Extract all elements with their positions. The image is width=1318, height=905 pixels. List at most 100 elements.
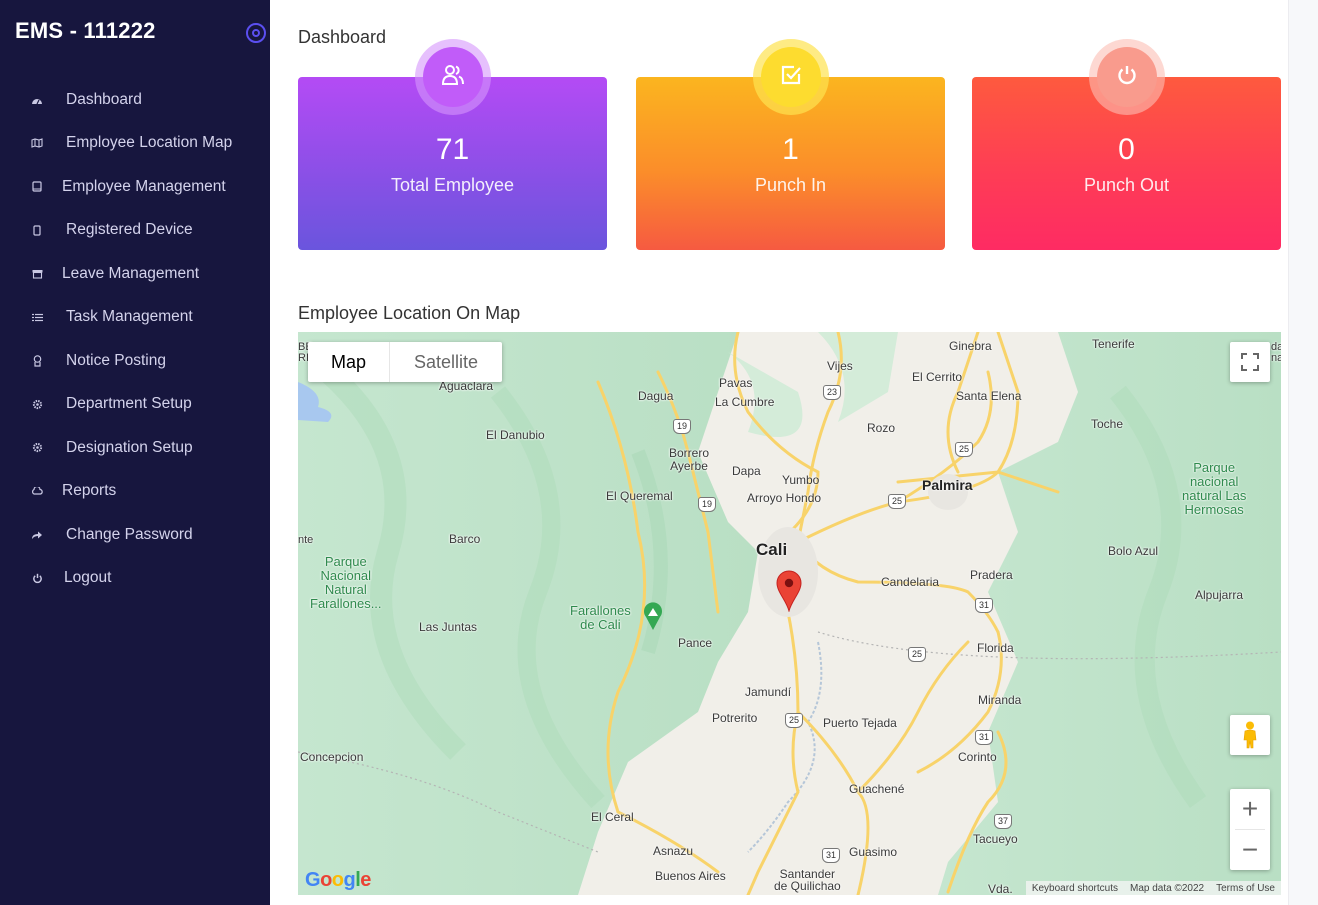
- map-label: Arroyo Hondo: [747, 491, 822, 505]
- map-label: Parque nacional natural Las Hermosas: [1182, 460, 1247, 517]
- map-label: da na: [1271, 341, 1281, 364]
- map-label: El Queremal: [606, 489, 673, 503]
- sidebar-item-label: Reports: [62, 482, 117, 500]
- map-label: Yumbo: [782, 473, 820, 487]
- route-shield: 37: [994, 814, 1012, 829]
- map-label: Candelaria: [881, 575, 940, 589]
- map-label: Corinto: [958, 750, 997, 764]
- tablet-icon: [30, 180, 44, 194]
- total-employee-card[interactable]: 71 Total Employee: [298, 39, 607, 250]
- map-label: El Cerrito: [912, 370, 963, 384]
- route-shield: 19: [673, 419, 691, 434]
- google-logo[interactable]: Google: [305, 869, 371, 892]
- list-icon: [30, 310, 44, 324]
- map-label: El Danubio: [486, 428, 545, 442]
- card-badge: [414, 39, 491, 115]
- sidebar-item-change-password[interactable]: Change Password: [0, 513, 270, 557]
- map-label: Asnazu: [653, 844, 694, 858]
- park-marker-icon[interactable]: [643, 601, 663, 631]
- sidebar-item-employee-management[interactable]: Employee Management: [0, 165, 270, 209]
- terms-of-use-link[interactable]: Terms of Use: [1210, 883, 1281, 894]
- punch-out-card[interactable]: 0 Punch Out: [972, 39, 1281, 250]
- zoom-control: + −: [1230, 789, 1270, 870]
- map-label: Bolo Azul: [1108, 544, 1159, 558]
- sidebar-item-logout[interactable]: Logout: [0, 557, 270, 601]
- sidebar-item-task-management[interactable]: Task Management: [0, 296, 270, 340]
- map-label: El Ceral: [591, 810, 634, 824]
- map-label: La Cumbre: [715, 395, 775, 409]
- dashboard-gauge-icon: [30, 93, 44, 107]
- fullscreen-icon: [1241, 353, 1259, 371]
- street-view-pegman-button[interactable]: [1230, 715, 1270, 755]
- punch-out-label: Punch Out: [1083, 175, 1170, 195]
- sidebar-item-notice-posting[interactable]: Notice Posting: [0, 339, 270, 383]
- map-label: Las Juntas: [419, 620, 478, 634]
- map-base-layer: [298, 332, 1281, 895]
- share-arrow-icon: [30, 528, 44, 542]
- sidebar-item-reports[interactable]: Reports: [0, 470, 270, 514]
- sidebar-toggle-icon[interactable]: [246, 23, 266, 43]
- total-employee-value: 71: [435, 133, 470, 166]
- map-attribution-bar: Keyboard shortcuts Map data ©2022 Terms …: [1025, 881, 1281, 895]
- sidebar-item-label: Leave Management: [62, 264, 200, 282]
- map-label: Cali: [756, 540, 788, 559]
- map-label: nte: [298, 534, 314, 546]
- archive-icon: [30, 267, 44, 281]
- sidebar-item-label: Designation Setup: [66, 438, 193, 456]
- employee-location-marker[interactable]: [776, 570, 802, 612]
- pegman-icon: [1243, 721, 1257, 749]
- map-section-title: Employee Location On Map: [298, 303, 521, 323]
- keyboard-shortcuts-link[interactable]: Keyboard shortcuts: [1026, 883, 1124, 894]
- sidebar-item-employee-location-map[interactable]: Employee Location Map: [0, 122, 270, 166]
- users-icon: [441, 64, 465, 91]
- map-icon: [30, 136, 44, 150]
- punch-out-value: 0: [1118, 133, 1135, 166]
- map-label: Buenos Aires: [655, 869, 726, 883]
- employee-location-map[interactable]: BE RI da na Aguaclara Ginebra Tenerife V…: [298, 332, 1281, 895]
- map-label: Rozo: [867, 421, 896, 435]
- map-type-control: Map Satellite: [308, 342, 503, 382]
- sidebar-item-label: Department Setup: [66, 395, 192, 413]
- map-label: Tenerife: [1092, 337, 1135, 351]
- sidebar-item-label: Registered Device: [66, 221, 193, 239]
- map-label: Guachené: [849, 782, 905, 796]
- map-label: Palmira: [922, 477, 973, 493]
- cloud-icon: [30, 484, 44, 498]
- sidebar-item-label: Dashboard: [66, 90, 142, 108]
- brand-title: EMS - 111222: [15, 18, 156, 43]
- route-shield: 19: [698, 497, 716, 512]
- sidebar: EMS - 111222 Dashboard Employee Location…: [0, 0, 270, 905]
- sidebar-item-designation-setup[interactable]: Designation Setup: [0, 426, 270, 470]
- sidebar-item-leave-management[interactable]: Leave Management: [0, 252, 270, 296]
- map-label: Ginebra: [949, 339, 992, 353]
- route-shield: 25: [888, 494, 906, 509]
- map-label: Concepcion: [300, 750, 364, 764]
- map-type-map-button[interactable]: Map: [308, 342, 391, 382]
- gear-icon: [30, 397, 44, 411]
- map-type-satellite-button[interactable]: Satellite: [390, 342, 502, 382]
- map-data-text: Map data ©2022: [1130, 882, 1205, 894]
- sidebar-item-label: Employee Management: [62, 177, 226, 195]
- sidebar-item-registered-device[interactable]: Registered Device: [0, 209, 270, 253]
- punch-in-card[interactable]: 1 Punch In: [636, 39, 945, 250]
- logo-letter: e: [360, 869, 371, 891]
- card-badge: [1088, 39, 1165, 115]
- map-label: Miranda: [978, 693, 1022, 707]
- map-label: Jamundí: [745, 685, 792, 699]
- zoom-in-button[interactable]: +: [1230, 789, 1270, 829]
- device-icon: [30, 223, 44, 237]
- punch-in-value: 1: [782, 133, 799, 166]
- sidebar-item-dashboard[interactable]: Dashboard: [0, 78, 270, 122]
- sidebar-item-department-setup[interactable]: Department Setup: [0, 383, 270, 427]
- route-shield: 31: [975, 730, 993, 745]
- page-scrollbar[interactable]: [1288, 0, 1318, 905]
- route-shield: 23: [823, 385, 841, 400]
- map-label: Dapa: [732, 464, 761, 478]
- main-content: Dashboard 71 Total Employee 1 Punch In 0…: [270, 0, 1288, 905]
- zoom-out-button[interactable]: −: [1230, 830, 1270, 870]
- fullscreen-button[interactable]: [1230, 342, 1270, 382]
- map-label: Parque Nacional Natural Farallones...: [310, 554, 382, 611]
- map-label: Toche: [1091, 417, 1124, 431]
- map-label: Puerto Tejada: [823, 716, 897, 730]
- route-shield: 25: [908, 647, 926, 662]
